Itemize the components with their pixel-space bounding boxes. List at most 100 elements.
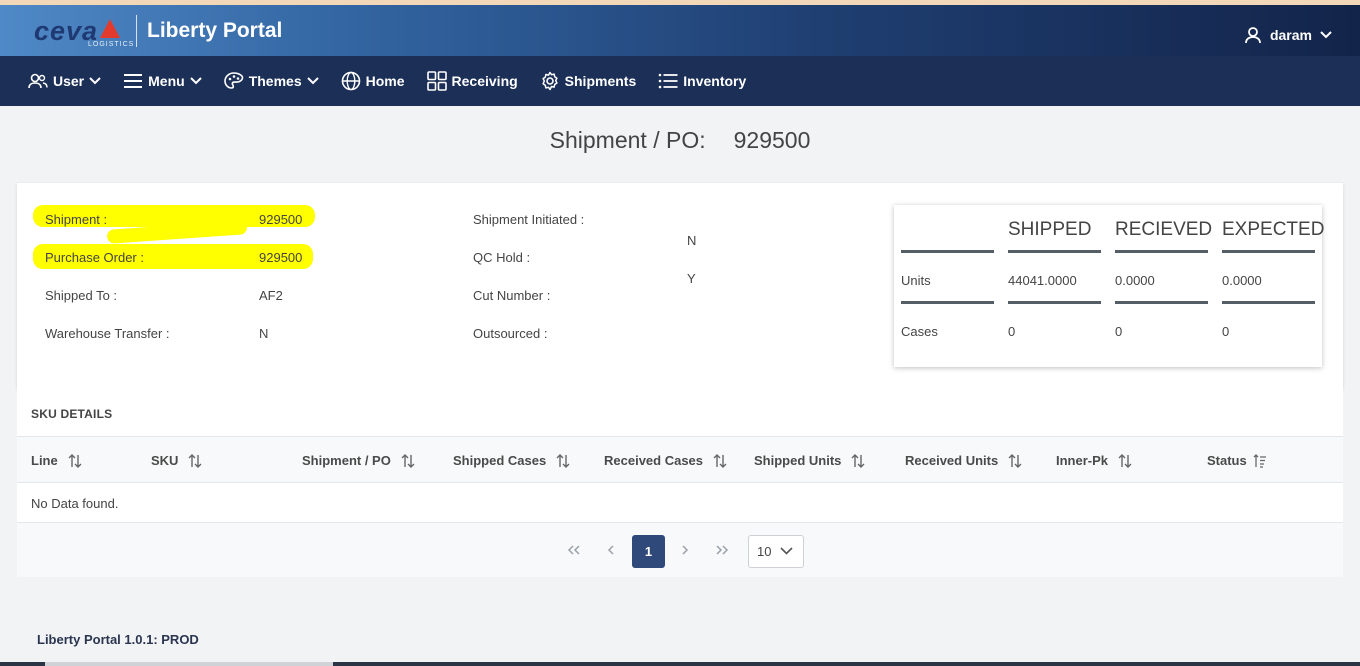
chevron-down-icon bbox=[1320, 31, 1332, 39]
footer-version: Liberty Portal 1.0.1: PROD bbox=[37, 632, 199, 647]
summary-cases-shipped: 0 bbox=[1008, 324, 1016, 339]
column-header-shipment-po[interactable]: Shipment / PO bbox=[302, 453, 415, 468]
nav-menu-label: Menu bbox=[148, 73, 185, 89]
shipment-initiated-value: N bbox=[687, 233, 697, 248]
nav-inventory[interactable]: Inventory bbox=[658, 73, 746, 89]
column-header-received-units[interactable]: Received Units bbox=[905, 453, 1022, 468]
gear-icon bbox=[542, 71, 558, 91]
shipment-initiated-label: Shipment Initiated : bbox=[473, 212, 585, 227]
nav-user[interactable]: User bbox=[28, 73, 101, 89]
warehouse-transfer-label: Warehouse Transfer : bbox=[45, 326, 170, 341]
cut-number-label: Cut Number : bbox=[473, 288, 551, 303]
column-header-shipped-cases[interactable]: Shipped Cases bbox=[453, 453, 570, 468]
summary-divider bbox=[1115, 301, 1208, 304]
nav-shipments-label: Shipments bbox=[564, 73, 637, 89]
sort-icon bbox=[556, 453, 570, 468]
bottom-scrollbar[interactable] bbox=[0, 662, 1360, 666]
globe-icon bbox=[341, 71, 360, 91]
page-title: Shipment / PO: 929500 bbox=[0, 127, 1360, 154]
ceva-logo[interactable]: ceva LOGISTICS bbox=[0, 5, 136, 56]
previous-page-button[interactable] bbox=[599, 536, 623, 564]
scrollbar-thumb[interactable] bbox=[45, 662, 333, 666]
chevron-down-icon bbox=[189, 77, 202, 85]
column-header-label: Inner-Pk bbox=[1056, 453, 1109, 468]
page-size-select[interactable]: 10 bbox=[748, 535, 804, 568]
sort-icon bbox=[188, 453, 202, 468]
user-name: daram bbox=[1269, 27, 1312, 43]
summary-divider bbox=[1008, 250, 1101, 253]
double-chevron-right-icon bbox=[716, 545, 729, 555]
empty-table-message: No Data found. bbox=[31, 496, 119, 511]
nav-themes[interactable]: Themes bbox=[223, 72, 319, 90]
summary-divider bbox=[1008, 301, 1101, 304]
column-header-label: Received Cases bbox=[604, 453, 704, 468]
sort-icon bbox=[1008, 453, 1022, 468]
qc-hold-label: QC Hold : bbox=[473, 250, 531, 265]
nav-receiving-label: Receiving bbox=[451, 73, 518, 89]
nav-themes-label: Themes bbox=[248, 73, 302, 89]
page-title-value: 929500 bbox=[733, 127, 811, 153]
first-page-button[interactable] bbox=[562, 536, 586, 564]
column-header-line[interactable]: Line bbox=[31, 453, 82, 468]
column-header-inner-pk[interactable]: Inner-Pk bbox=[1056, 453, 1132, 468]
column-header-received-cases[interactable]: Received Cases bbox=[604, 453, 727, 468]
sku-details-title: SKU DETAILS bbox=[31, 407, 113, 421]
page-size-value: 10 bbox=[757, 544, 772, 559]
column-header-label: Shipment / PO bbox=[302, 453, 391, 468]
page-1-button[interactable]: 1 bbox=[632, 535, 665, 568]
sort-icon bbox=[1118, 453, 1132, 468]
warehouse-transfer-value: N bbox=[259, 326, 269, 341]
summary-row-label-units: Units bbox=[901, 273, 931, 288]
summary-header-received: RECIEVED bbox=[1115, 219, 1213, 240]
shipment-value: 929500 bbox=[259, 212, 303, 227]
list-icon bbox=[658, 73, 678, 89]
chevron-left-icon bbox=[607, 545, 614, 555]
sort-icon bbox=[401, 453, 415, 468]
column-header-label: SKU bbox=[151, 453, 179, 468]
nav-shipments[interactable]: Shipments bbox=[540, 71, 637, 91]
column-header-label: Received Units bbox=[905, 453, 999, 468]
summary-units-shipped: 44041.0000 bbox=[1008, 273, 1077, 288]
summary-cases-expected: 0 bbox=[1222, 324, 1230, 339]
column-header-label: Status bbox=[1207, 453, 1247, 468]
summary-header-shipped: SHIPPED bbox=[1008, 219, 1092, 240]
main-nav: User Menu Themes Home Receiving Shipment… bbox=[0, 56, 1360, 106]
sku-table-header: Line SKU Shipment / PO Shipped Cases Rec… bbox=[17, 436, 1343, 483]
shipped-to-value: AF2 bbox=[259, 288, 283, 303]
summary-header-expected: EXPECTED bbox=[1222, 219, 1325, 240]
chevron-right-icon bbox=[682, 545, 689, 555]
quantity-summary-table: SHIPPED RECIEVED EXPECTED Units 44041.00… bbox=[894, 205, 1325, 367]
sku-details-panel: SKU DETAILS Line SKU Shipment / PO Shipp… bbox=[17, 389, 1343, 577]
column-header-label: Shipped Units bbox=[754, 453, 842, 468]
nav-receiving[interactable]: Receiving bbox=[426, 71, 518, 91]
sort-icon bbox=[851, 453, 865, 468]
summary-divider bbox=[1222, 250, 1315, 253]
column-header-sku[interactable]: SKU bbox=[151, 453, 202, 468]
nav-home[interactable]: Home bbox=[341, 71, 405, 91]
logo-subtitle: LOGISTICS bbox=[88, 41, 135, 48]
logo-triangle-icon bbox=[100, 19, 120, 38]
pagination: 1 10 bbox=[17, 522, 1343, 577]
nav-home-label: Home bbox=[365, 73, 405, 89]
summary-cases-received: 0 bbox=[1115, 324, 1123, 339]
summary-divider bbox=[901, 301, 994, 304]
summary-divider bbox=[1222, 301, 1315, 304]
purchase-order-value: 929500 bbox=[259, 250, 303, 265]
user-menu[interactable]: daram bbox=[1244, 26, 1332, 44]
grid-icon bbox=[426, 71, 447, 91]
sort-ascending-icon bbox=[1253, 453, 1266, 468]
app-header: ceva LOGISTICS Liberty Portal daram bbox=[0, 5, 1360, 56]
header-divider bbox=[136, 15, 137, 47]
sort-icon bbox=[713, 453, 727, 468]
column-header-label: Shipped Cases bbox=[453, 453, 547, 468]
column-header-status[interactable]: Status bbox=[1207, 453, 1267, 468]
nav-menu[interactable]: Menu bbox=[123, 73, 202, 89]
summary-units-received: 0.0000 bbox=[1115, 273, 1155, 288]
next-page-button[interactable] bbox=[673, 536, 697, 564]
column-header-shipped-units[interactable]: Shipped Units bbox=[754, 453, 865, 468]
last-page-button[interactable] bbox=[710, 536, 734, 564]
double-chevron-left-icon bbox=[567, 545, 580, 555]
nav-inventory-label: Inventory bbox=[683, 73, 747, 89]
column-header-label: Line bbox=[31, 453, 58, 468]
nav-user-label: User bbox=[53, 73, 85, 89]
